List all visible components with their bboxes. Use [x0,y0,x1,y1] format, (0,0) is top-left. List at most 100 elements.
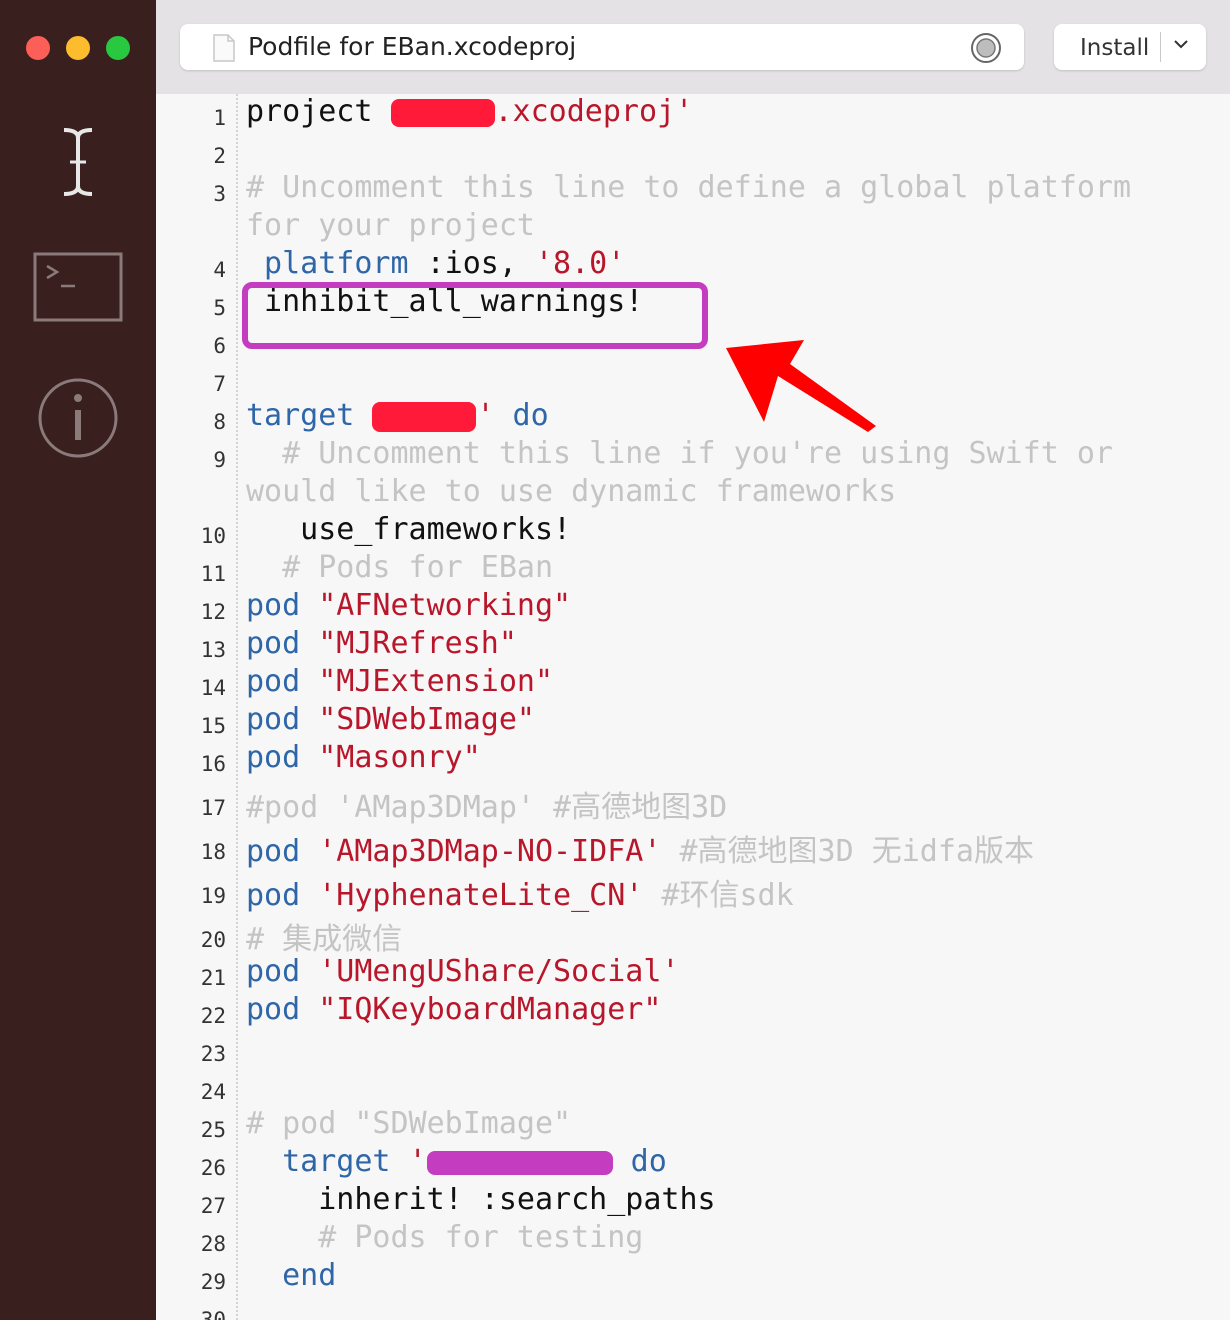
code-keyword: target [246,398,373,433]
code-line-28: # Pods for testing [246,1220,644,1255]
code-line-11: # Pods for EBan [246,550,554,585]
code-keyword: pod [246,834,301,869]
line-number: 15 [200,714,226,738]
minimize-window-button[interactable] [66,36,90,60]
line-number: 17 [200,796,226,820]
line-number: 27 [200,1194,226,1218]
line-number: 6 [213,334,226,358]
code-line-1: project .xcodeproj' [246,94,693,129]
code-keyword: pod [246,954,301,989]
code-line-9-wrap: would like to use dynamic frameworks [246,474,897,509]
code-editor[interactable]: 1 2 3 4 5 6 7 8 9 10 11 12 13 14 15 16 1… [156,94,1230,1320]
code-line-8: target ' do [246,398,549,433]
code-keyword: pod [246,626,301,661]
code-line-16: pod "Masonry" [246,740,481,775]
toolbar: Podfile for EBan.xcodeproj Install [156,0,1230,94]
install-button[interactable]: Install [1054,24,1206,70]
code-line-29: end [246,1258,337,1293]
code-string: .xcodeproj' [494,94,694,129]
chevron-down-icon[interactable] [1172,37,1190,56]
line-number: 1 [213,106,226,130]
code-keyword: pod [246,878,301,913]
code-keyword: target [246,1144,409,1179]
target-icon[interactable] [970,32,1002,69]
code-string: '8.0' [535,246,626,281]
line-number: 29 [200,1270,226,1294]
highlight-box [242,282,708,349]
code-string: "MJExtension" [300,664,554,699]
zoom-window-button[interactable] [106,36,130,60]
line-number: 24 [200,1080,226,1104]
code-line-27: inherit! :search_paths [246,1182,716,1217]
code-line-4: platform :ios, '8.0' [246,246,625,281]
gutter-divider [236,94,238,1320]
code-line-26: target ' do [246,1144,667,1179]
code-keyword: platform [246,246,409,281]
code-line-3: # Uncomment this line to define a global… [246,170,1132,205]
line-number: 4 [213,258,226,282]
line-number: 19 [200,884,226,908]
line-number: 28 [200,1232,226,1256]
redaction-mark [372,401,477,432]
line-number: 22 [200,1004,226,1028]
line-number: 26 [200,1156,226,1180]
code-line-22: pod "IQKeyboardManager" [246,992,661,1027]
document-title: Podfile for EBan.xcodeproj [248,32,577,61]
code-line-18: pod 'AMap3DMap-NO-IDFA' #高德地图3D 无idfa版本 [246,826,1034,870]
line-number: 18 [200,840,226,864]
line-number: 8 [213,410,226,434]
code-line-19: pod 'HyphenateLite_CN' #环信sdk [246,870,794,914]
code-keyword: pod [246,992,301,1027]
code-keyword: pod [246,702,301,737]
code-string: "IQKeyboardManager" [300,992,662,1027]
line-number: 30 [200,1308,226,1320]
code-string: "Masonry" [300,740,481,775]
code-line-9: # Uncomment this line if you're using Sw… [246,436,1113,471]
line-number: 2 [213,144,226,168]
code-keyword: pod [246,740,301,775]
line-number: 5 [213,296,226,320]
line-number: 21 [200,966,226,990]
code-string: 'AMap3DMap-NO-IDFA' [300,834,662,869]
code-string: 'UMengUShare/Social' [300,954,680,989]
code-string: ' [476,398,495,433]
red-arrow-icon [726,340,876,432]
info-icon[interactable] [0,376,156,460]
code-keyword: pod [246,664,301,699]
code-string: 'HyphenateLite_CN' [300,878,644,913]
terminal-icon[interactable] [0,252,156,324]
code-line-20: # 集成微信 [246,922,403,957]
line-number: 7 [213,372,226,396]
redaction-mark [426,1150,613,1175]
close-window-button[interactable] [26,36,50,60]
line-number: 13 [200,638,226,662]
install-label: Install [1080,35,1150,61]
line-number: 9 [213,448,226,472]
code-line-15: pod "SDWebImage" [246,702,535,737]
code-string: "AFNetworking" [300,588,572,623]
code-keyword: do [612,1144,667,1179]
line-number: 20 [200,928,226,952]
code-keyword: project [246,94,391,129]
code-line-3-wrap: for your project [246,208,535,243]
document-title-field: Podfile for EBan.xcodeproj [180,24,1024,70]
install-separator [1160,32,1161,62]
line-number: 14 [200,676,226,700]
text-cursor-icon[interactable] [0,126,156,198]
code-string: ' [408,1144,427,1179]
code-line-13: pod "MJRefresh" [246,626,517,661]
line-number: 3 [213,182,226,206]
code-keyword: pod [246,588,301,623]
sidebar [0,0,156,1320]
line-number: 12 [200,600,226,624]
code-comment: #环信sdk [643,878,794,913]
code-line-10: use_frameworks! [246,512,572,547]
line-number: 23 [200,1042,226,1066]
code-string: "MJRefresh" [300,626,517,661]
code-line-12: pod "AFNetworking" [246,588,571,623]
code-line-21: pod 'UMengUShare/Social' [246,954,679,989]
line-number: 11 [200,562,226,586]
code-line-25: # pod "SDWebImage" [246,1106,572,1141]
document-icon [212,33,236,68]
code-string: "SDWebImage" [300,702,535,737]
